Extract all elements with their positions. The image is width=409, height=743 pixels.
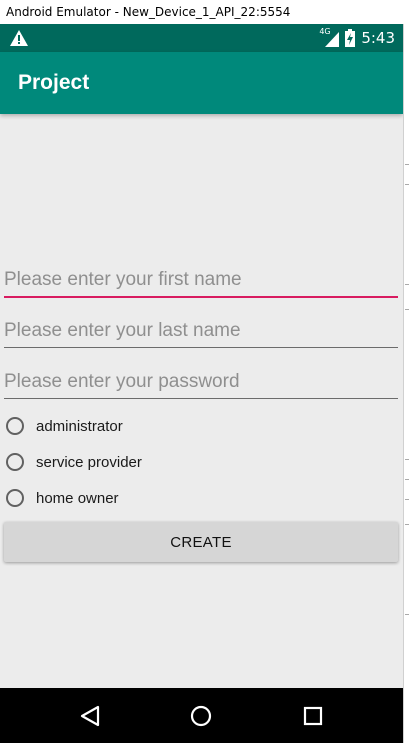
- status-bar: 4G 5:43: [0, 24, 403, 52]
- app-bar: Project: [0, 52, 403, 114]
- radio-label-service-provider: service provider: [36, 453, 142, 471]
- radio-button-icon[interactable]: [6, 453, 24, 471]
- window-title: Android Emulator - New_Device_1_API_22:5…: [0, 0, 409, 24]
- home-icon[interactable]: [187, 702, 215, 730]
- warning-icon: [10, 30, 28, 46]
- radio-button-icon[interactable]: [6, 417, 24, 435]
- battery-icon: [345, 29, 356, 47]
- first-name-input[interactable]: [4, 264, 398, 296]
- recents-icon[interactable]: [299, 702, 327, 730]
- navigation-bar: [0, 688, 403, 743]
- radio-administrator[interactable]: administrator: [5, 413, 123, 439]
- create-button[interactable]: CREATE: [4, 522, 398, 562]
- radio-home-owner[interactable]: home owner: [5, 485, 119, 511]
- device-screen: 4G 5:43 Project administrator servic: [0, 24, 403, 743]
- first-name-field: [4, 264, 398, 298]
- back-icon[interactable]: [76, 702, 104, 730]
- radio-service-provider[interactable]: service provider: [5, 449, 142, 475]
- radio-label-administrator: administrator: [36, 417, 123, 435]
- radio-button-icon[interactable]: [6, 489, 24, 507]
- password-input[interactable]: [4, 365, 398, 398]
- signal-icon: 4G: [319, 27, 340, 47]
- side-panel-edge: [403, 24, 409, 743]
- last-name-field: [4, 314, 398, 348]
- app-title: Project: [18, 71, 90, 94]
- last-name-input[interactable]: [4, 314, 398, 347]
- clock: 5:43: [361, 29, 395, 47]
- password-field: [4, 365, 398, 399]
- radio-label-home-owner: home owner: [36, 489, 119, 507]
